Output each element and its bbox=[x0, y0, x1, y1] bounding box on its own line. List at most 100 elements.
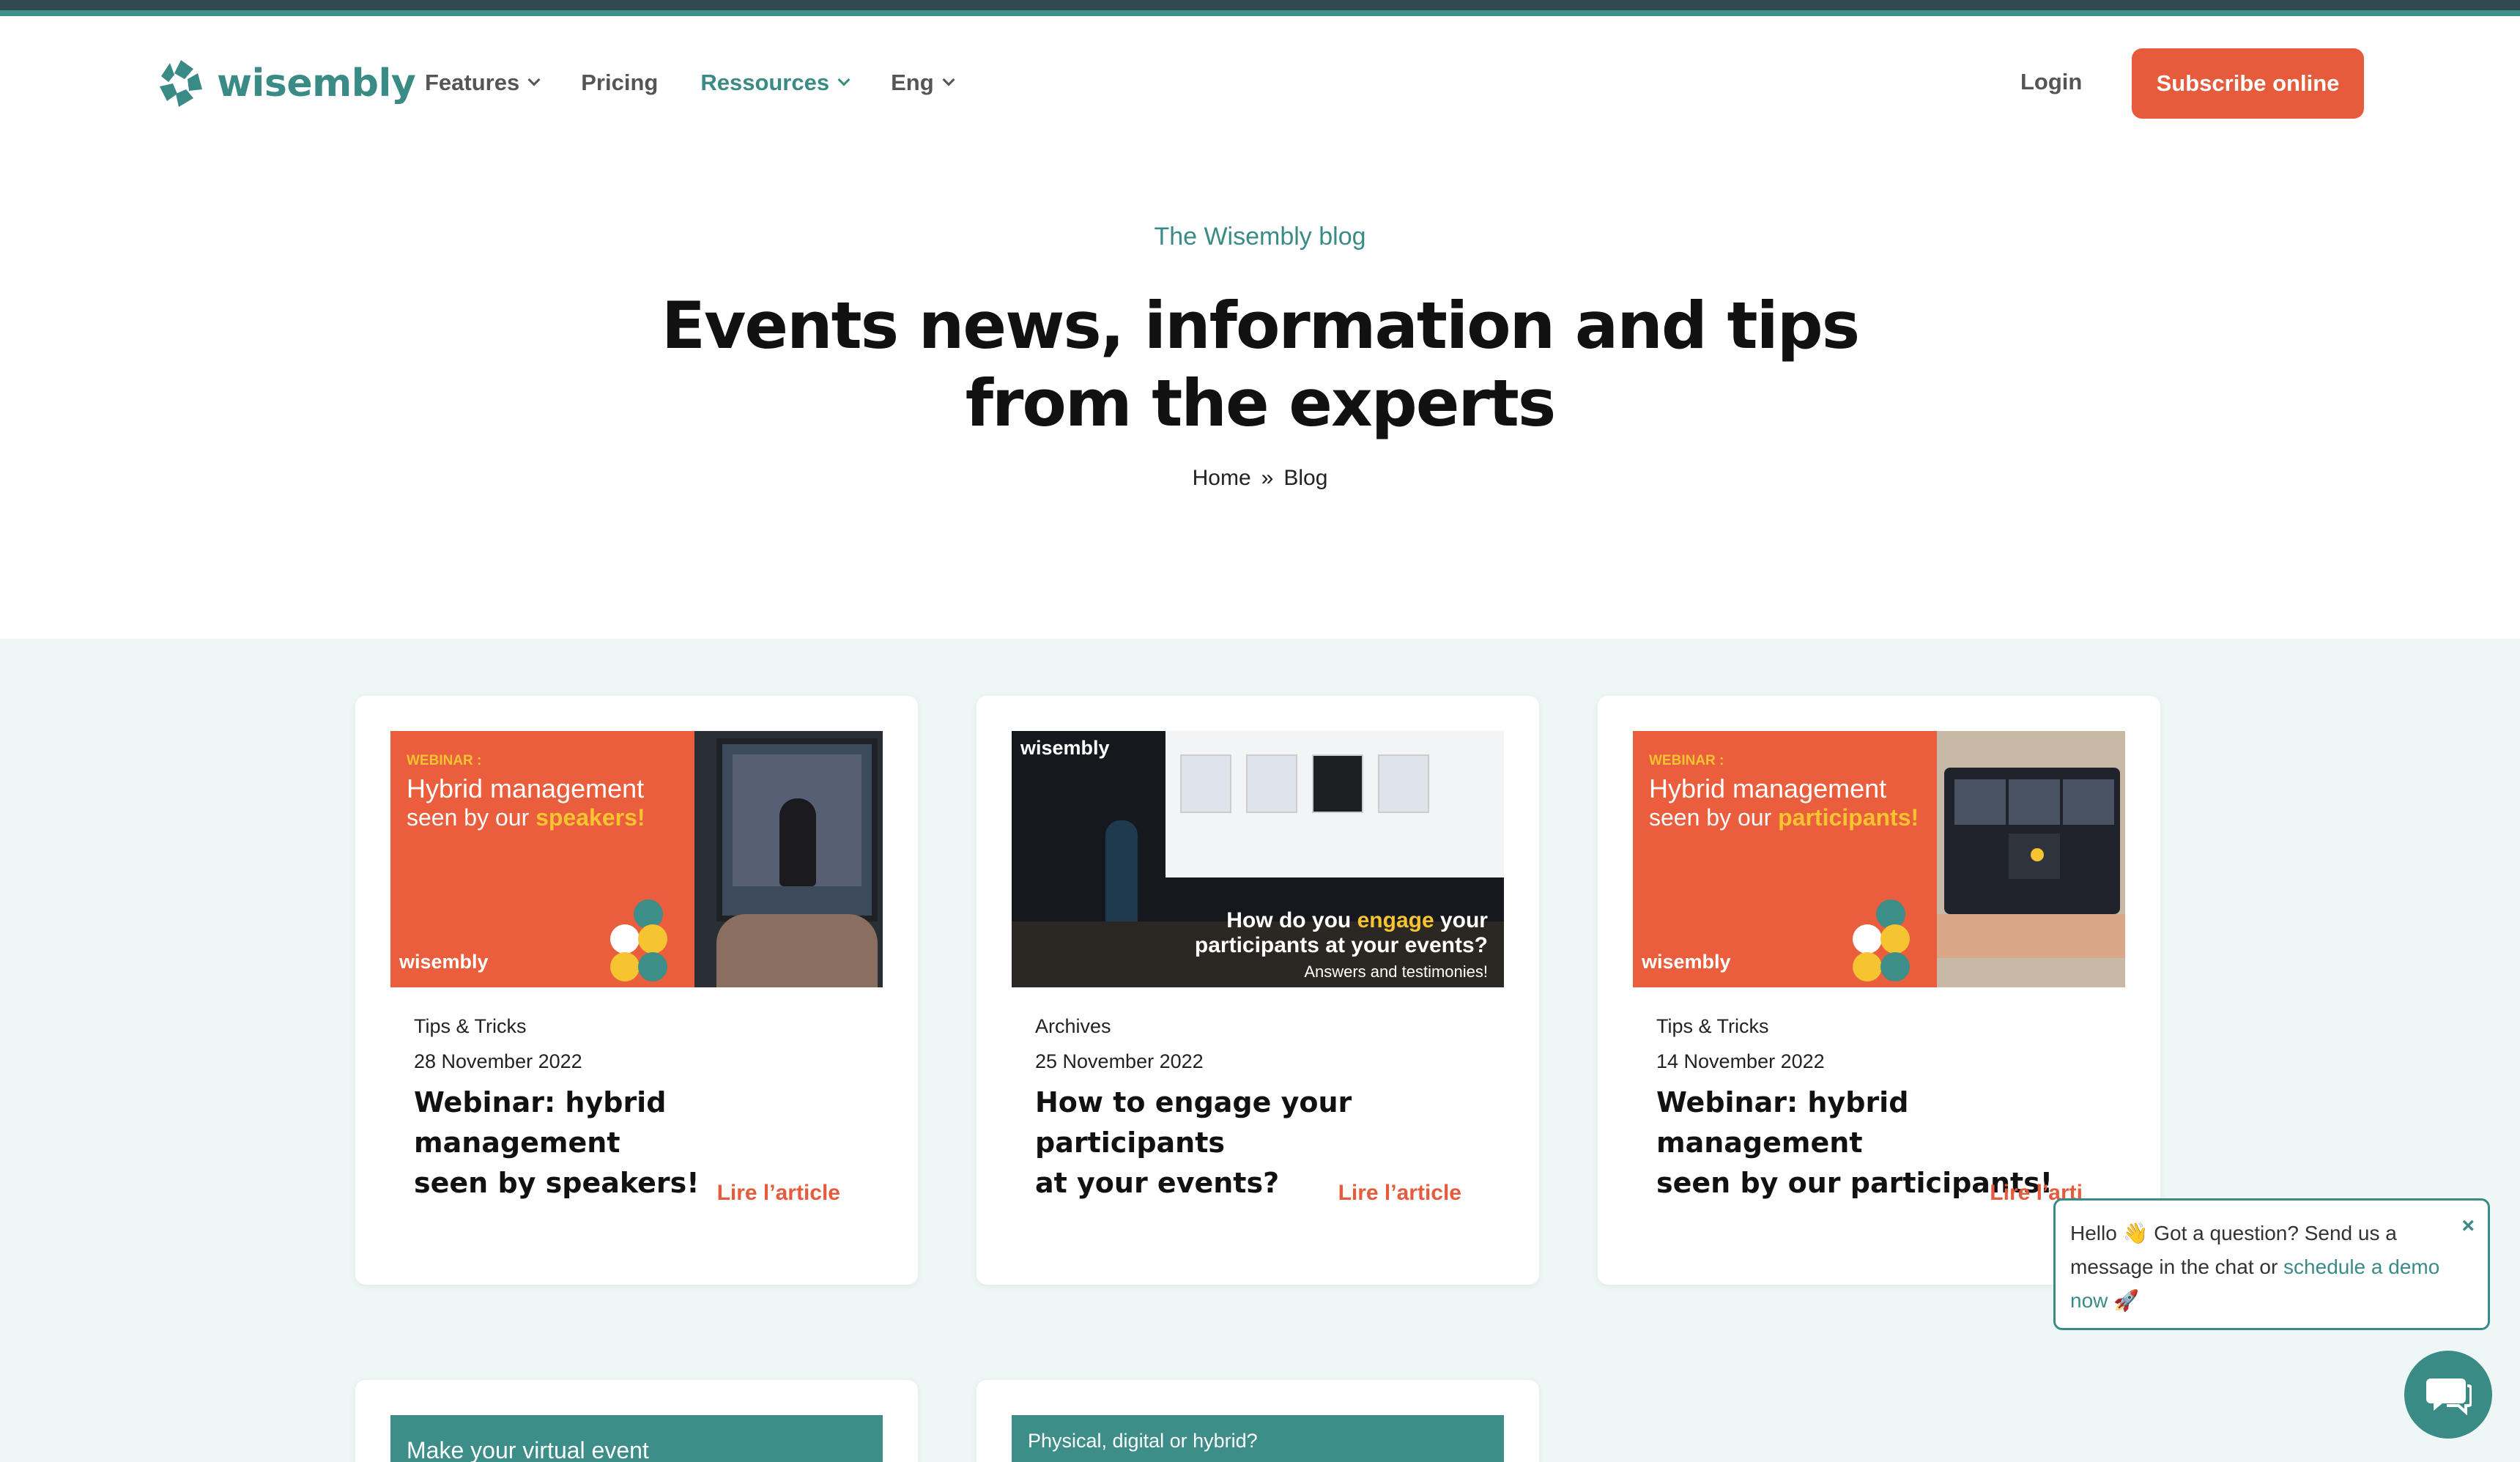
thumbnail-headline: Hybrid management seen by our participan… bbox=[1649, 775, 1919, 831]
post-category[interactable]: Tips & Tricks bbox=[414, 1015, 527, 1038]
thumbnail-line3: Answers and testimonies! bbox=[1304, 962, 1488, 981]
screen-card bbox=[1312, 754, 1363, 813]
read-article-link[interactable]: Lire l’article bbox=[1338, 1181, 1461, 1206]
thumbnail-photo bbox=[1937, 731, 2125, 987]
thumbnail-line2: seen by our bbox=[407, 804, 536, 831]
screen-card bbox=[1180, 754, 1231, 813]
thumbnail-line2: participants at your events? bbox=[1194, 933, 1488, 957]
screen-card bbox=[1246, 754, 1297, 813]
speaker-figure bbox=[1105, 820, 1138, 923]
thumbnail-banner: WEBINAR : Hybrid management seen by our … bbox=[390, 731, 694, 987]
video-tile bbox=[1954, 779, 2006, 825]
post-card[interactable]: Make your virtual event bbox=[355, 1380, 918, 1462]
thumbnail-photo bbox=[694, 731, 883, 987]
post-date: 25 November 2022 bbox=[1035, 1050, 1204, 1072]
thumbnail-line1-pre: How do you bbox=[1226, 908, 1357, 932]
breadcrumb-current: Blog bbox=[1283, 466, 1328, 490]
thumbnail-headline: How do you engage your participants at y… bbox=[1195, 908, 1488, 984]
nav-pricing[interactable]: Pricing bbox=[581, 64, 658, 101]
nav-language-label: Eng bbox=[891, 70, 934, 95]
chat-bubble-icon bbox=[2426, 1378, 2472, 1415]
thumbnail-highlight: speakers bbox=[536, 804, 637, 831]
thumbnail-suffix: ! bbox=[637, 804, 645, 831]
chat-message-end: 🚀 bbox=[2108, 1289, 2140, 1312]
laptop-base bbox=[1937, 914, 2125, 958]
nav-pricing-label: Pricing bbox=[581, 70, 659, 95]
decor-dot bbox=[638, 924, 667, 954]
thumbnail-brand: wisembly bbox=[1020, 737, 1110, 759]
post-title-line2: seen by speakers! bbox=[414, 1167, 700, 1199]
read-article-link[interactable]: Lire l’article bbox=[717, 1181, 840, 1206]
post-thumbnail[interactable]: Make your virtual event bbox=[390, 1415, 883, 1462]
speaker-figure bbox=[779, 798, 816, 886]
thumbnail-highlight: participants bbox=[1778, 804, 1911, 831]
nav-ressources-label: Ressources bbox=[700, 70, 830, 95]
thumbnail-suffix: ! bbox=[1911, 804, 1919, 831]
stage-screen bbox=[1166, 731, 1504, 877]
main-nav: Features Pricing Ressources Eng bbox=[425, 64, 996, 101]
post-card[interactable]: Physical, digital or hybrid? bbox=[976, 1380, 1539, 1462]
thumbnail-brand: wisembly bbox=[1642, 951, 1731, 973]
screen-card bbox=[1378, 754, 1429, 813]
decor-dot bbox=[1880, 952, 1910, 982]
post-title-line2: at your events? bbox=[1035, 1167, 1280, 1199]
post-title-line1: Webinar: hybrid management bbox=[1656, 1086, 1909, 1159]
chevron-down-icon bbox=[837, 73, 850, 86]
post-date: 14 November 2022 bbox=[1656, 1050, 1825, 1072]
post-thumbnail[interactable]: Physical, digital or hybrid? bbox=[1012, 1415, 1504, 1462]
post-card[interactable]: WEBINAR : Hybrid management seen by our … bbox=[355, 696, 918, 1285]
close-icon[interactable]: × bbox=[2461, 1209, 2475, 1243]
decor-dot bbox=[1853, 924, 1882, 954]
screen-content bbox=[733, 754, 861, 886]
chat-launcher-button[interactable] bbox=[2404, 1351, 2492, 1439]
decor-dot bbox=[2031, 848, 2044, 861]
thumbnail-highlight: engage bbox=[1357, 908, 1434, 932]
post-card[interactable]: WEBINAR : Hybrid management seen by our … bbox=[1598, 696, 2160, 1285]
brand-logo[interactable]: wisembly bbox=[155, 56, 416, 111]
decor-dot bbox=[610, 952, 640, 982]
thumbnail-banner: WEBINAR : Hybrid management seen by our … bbox=[1633, 731, 1937, 987]
post-thumbnail[interactable]: WEBINAR : Hybrid management seen by our … bbox=[390, 731, 883, 987]
page-title: Events news, information and tips from t… bbox=[637, 287, 1883, 442]
chevron-down-icon bbox=[527, 73, 541, 86]
thumbnail-tag: WEBINAR : bbox=[1649, 753, 1724, 768]
thumbnail-line2: seen by our bbox=[1649, 804, 1779, 831]
top-border-accent bbox=[0, 10, 2520, 16]
post-category[interactable]: Archives bbox=[1035, 1015, 1111, 1038]
thumbnail-brand: wisembly bbox=[399, 951, 489, 973]
page-title-line2: from the experts bbox=[965, 366, 1556, 441]
site-header: wisembly Features Pricing Ressources Eng… bbox=[0, 16, 2520, 148]
nav-language[interactable]: Eng bbox=[891, 64, 955, 101]
chat-popup: Hello 👋 Got a question? Send us a messag… bbox=[2053, 1198, 2490, 1330]
post-thumbnail[interactable]: WEBINAR : Hybrid management seen by our … bbox=[1633, 731, 2125, 987]
post-title-line1: How to engage your participants bbox=[1035, 1086, 1352, 1159]
page-title-line1: Events news, information and tips bbox=[661, 288, 1860, 363]
thumbnail-tag: WEBINAR : bbox=[407, 753, 482, 768]
wisembly-logo-icon bbox=[160, 60, 202, 107]
decor-dot bbox=[1880, 924, 1910, 954]
post-category[interactable]: Tips & Tricks bbox=[1656, 1015, 1769, 1038]
thumbnail-line1: Hybrid management bbox=[1649, 773, 1887, 804]
post-card[interactable]: wisembly How do you engage your particip… bbox=[976, 696, 1539, 1285]
nav-features-label: Features bbox=[425, 70, 520, 95]
hands-typing bbox=[716, 914, 878, 987]
post-title-line1: Webinar: hybrid management bbox=[414, 1086, 667, 1159]
nav-ressources[interactable]: Ressources bbox=[700, 64, 850, 101]
decor-dot bbox=[1853, 952, 1882, 982]
blog-kicker: The Wisembly blog bbox=[1154, 223, 1366, 251]
breadcrumb: Home » Blog bbox=[0, 466, 2520, 491]
post-thumbnail[interactable]: wisembly How do you engage your particip… bbox=[1012, 731, 1504, 987]
breadcrumb-home[interactable]: Home bbox=[1193, 466, 1251, 490]
thumbnail-line1-post: your bbox=[1434, 908, 1488, 932]
decor-dot bbox=[638, 952, 667, 982]
posts-section: WEBINAR : Hybrid management seen by our … bbox=[0, 639, 2520, 1462]
thumbnail-headline: Make your virtual event bbox=[407, 1437, 649, 1462]
post-date: 28 November 2022 bbox=[414, 1050, 582, 1072]
login-link[interactable]: Login bbox=[2020, 69, 2082, 95]
subscribe-button[interactable]: Subscribe online bbox=[2132, 48, 2364, 119]
breadcrumb-separator: » bbox=[1261, 466, 1274, 490]
blog-hero: The Wisembly blog Events news, informati… bbox=[0, 148, 2520, 639]
nav-features[interactable]: Features bbox=[425, 64, 541, 101]
thumbnail-line1: Hybrid management bbox=[407, 773, 645, 804]
decor-dot bbox=[610, 924, 640, 954]
